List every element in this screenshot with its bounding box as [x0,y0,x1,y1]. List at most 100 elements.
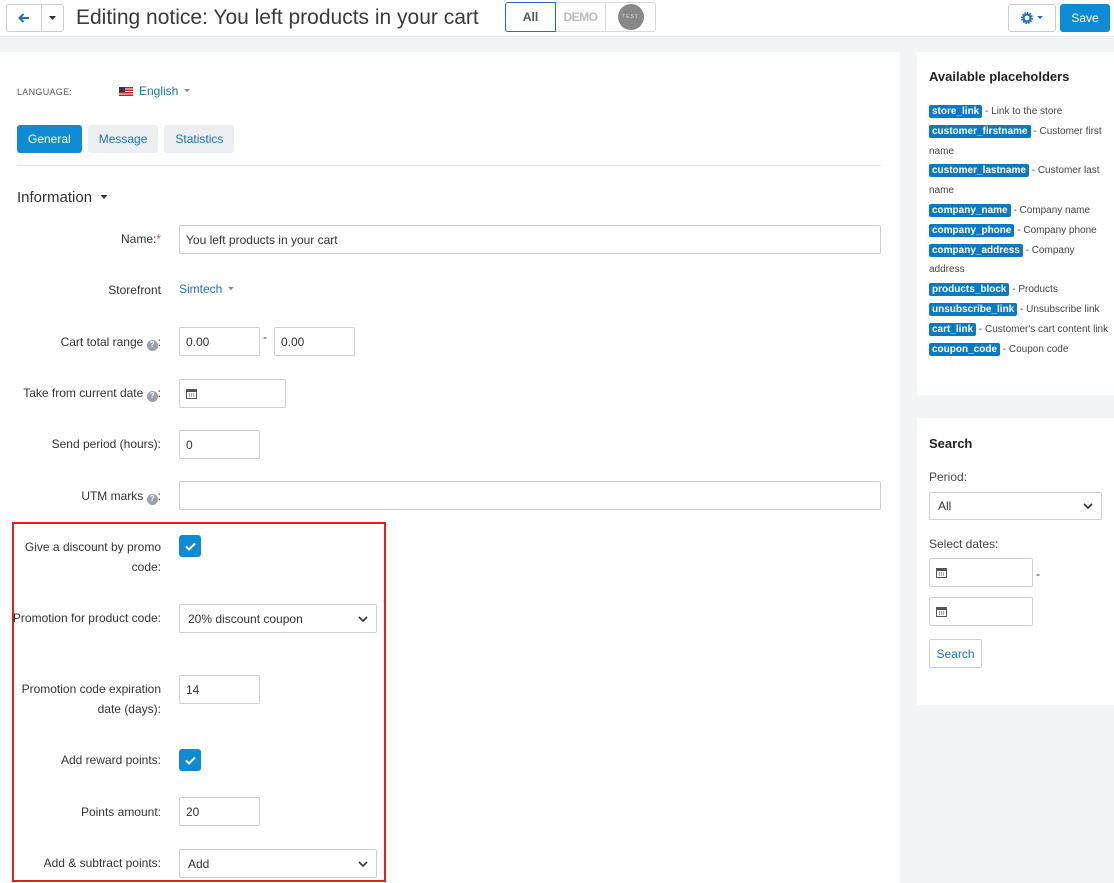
give-discount-checkbox[interactable] [179,535,201,557]
back-button[interactable] [6,4,42,32]
points-amount-label: Points amount: [80,805,161,819]
name-input[interactable]: You left products in your cart [179,225,881,254]
tabs-divider [17,165,881,166]
question-circle-icon[interactable]: ? [146,493,158,505]
gear-icon [1021,12,1033,24]
add-subtract-points-value: Add [188,856,210,871]
placeholder-tag[interactable]: coupon_code [929,342,1001,356]
save-button[interactable]: Save [1060,4,1110,32]
placeholder-tag[interactable]: products_block [929,283,1010,297]
test-logo: TEST [617,4,644,30]
arrow-left-icon [18,13,29,23]
section-title: Information [17,189,93,206]
date-to-input[interactable] [929,597,1033,626]
calendar-icon [186,389,197,399]
send-period-label: Send period (hours): [51,437,161,451]
give-discount-label: Give a discount by promo code: [24,540,161,574]
question-circle-icon[interactable]: ? [146,390,158,402]
language-value: English [139,84,179,98]
placeholder-item: cart_link - Customer's cart content link [929,320,1109,340]
placeholder-item: store_link - Link to the store [929,102,1109,122]
language-label: LANGUAGE: [17,87,73,97]
range-separator: - [263,330,267,344]
promotion-code-select[interactable]: 20% discount coupon [179,604,377,633]
add-reward-points-label: Add reward points: [60,753,161,767]
placeholder-tag[interactable]: company_name [929,203,1011,217]
tab-bar: General Message Statistics [17,125,235,153]
period-value: All [938,499,952,513]
utm-marks-input[interactable] [179,481,881,510]
calendar-icon [936,568,947,578]
storefront-switcher: All DEMO TEST [505,2,656,32]
tab-message[interactable]: Message [87,125,159,153]
placeholder-tag[interactable]: store_link [929,105,983,118]
select-dates-label: Select dates: [929,537,999,551]
points-amount-input[interactable]: 20 [179,797,260,826]
chevron-down-icon [1037,16,1043,20]
demo-logo: DEMO [563,10,599,24]
storefront-all-button[interactable]: All [505,2,556,32]
back-dropdown-button[interactable] [42,4,64,32]
us-flag-icon [119,86,133,96]
search-button[interactable]: Search [929,639,982,668]
storefront-label: Storefront [108,283,161,297]
placeholder-item: coupon_code - Coupon code [929,340,1109,360]
take-from-date-label: Take from current date ?: [23,386,161,402]
placeholder-tag[interactable]: customer_firstname [929,124,1031,138]
storefront-selector[interactable]: Simtech [179,282,234,296]
placeholder-item: company_name - Company name [929,201,1109,221]
back-button-group [6,4,64,32]
promo-expiration-label: Promotion code expiration date (days): [21,682,161,716]
section-toggle-information[interactable]: Information [17,189,108,206]
placeholder-tag[interactable]: cart_link [929,322,977,336]
date-from-input[interactable] [929,558,1033,587]
utm-marks-label: UTM marks ?: [81,489,161,505]
send-period-input[interactable]: 0 [179,430,260,459]
placeholder-item: company_address - Company address [929,243,1075,276]
name-label: Name:* [120,232,161,246]
check-icon [184,756,196,765]
storefront-demo-button[interactable]: DEMO [556,2,606,32]
cart-total-from-input[interactable]: 0.00 [179,327,260,356]
promotion-code-value: 20% discount coupon [188,611,303,626]
placeholder-item: unsubscribe_link - Unsubscribe link [929,300,1109,320]
page-title: Editing notice: You left products in you… [76,6,479,29]
chevron-down-icon [100,195,108,199]
placeholders-title: Available placeholders [929,69,1070,84]
chevron-down-icon [358,860,368,867]
placeholders-list: store_link - Link to the store customer_… [929,102,1109,359]
placeholder-item: company_phone - Company phone [929,221,1109,241]
language-selector[interactable]: English [119,84,191,98]
tab-statistics[interactable]: Statistics [164,125,235,153]
chevron-down-icon [358,615,368,622]
add-subtract-points-label: Add & subtract points: [43,856,161,870]
period-select[interactable]: All [929,492,1102,520]
add-subtract-points-select[interactable]: Add [179,849,377,878]
placeholder-tag[interactable]: company_phone [929,223,1015,237]
chevron-down-icon [184,89,191,93]
question-circle-icon[interactable]: ? [146,339,158,351]
search-title: Search [929,436,973,451]
promo-expiration-input[interactable]: 14 [179,675,260,704]
storefront-value: Simtech [179,282,223,296]
storefront-test-button[interactable]: TEST [606,2,656,32]
placeholder-item: products_block - Products [929,280,1109,300]
settings-dropdown-button[interactable] [1008,4,1056,32]
placeholder-tag[interactable]: unsubscribe_link [929,302,1018,316]
date-separator: - [1036,567,1040,581]
chevron-down-icon [1083,503,1093,509]
period-label: Period: [929,470,968,484]
placeholder-tag[interactable]: customer_lastname [929,164,1029,178]
chevron-down-icon [49,15,56,20]
calendar-icon [936,607,947,617]
placeholder-tag[interactable]: company_address [929,243,1023,257]
promotion-code-label: Promotion for product code: [12,611,161,625]
chevron-down-icon [227,287,234,291]
add-reward-points-checkbox[interactable] [179,749,201,771]
take-from-date-input[interactable] [179,379,286,408]
tab-general[interactable]: General [17,125,82,153]
placeholder-item: customer_lastname - Customer last name [929,164,1100,197]
placeholder-item: customer_firstname - Customer first name [929,124,1102,157]
cart-total-range-label: Cart total range ?: [60,335,161,351]
cart-total-to-input[interactable]: 0.00 [274,327,355,356]
